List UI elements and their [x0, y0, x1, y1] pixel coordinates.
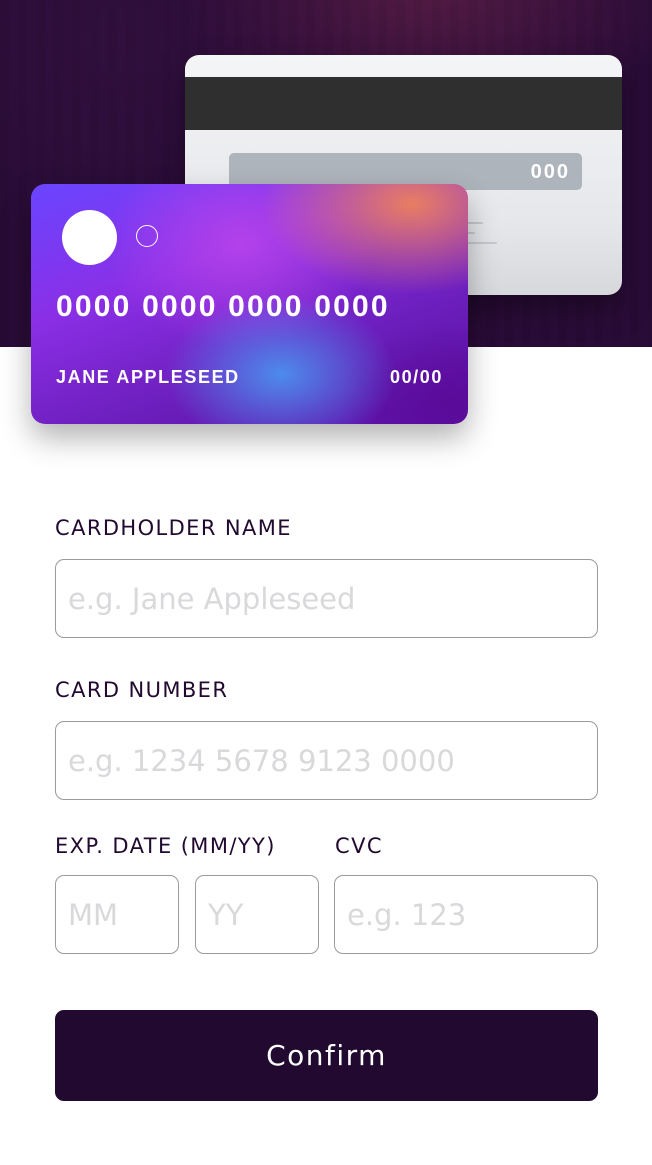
card-front-expiry: 00/00: [389, 367, 443, 387]
cardholder-name-label: CARDHOLDER NAME: [55, 516, 292, 540]
card-number-label: CARD NUMBER: [55, 678, 229, 702]
confirm-button[interactable]: Confirm: [55, 1010, 598, 1101]
card-number-field: [55, 721, 598, 800]
magnetic-stripe: [185, 77, 622, 130]
exp-month-field: [55, 875, 179, 954]
exp-month-input[interactable]: [68, 897, 166, 932]
exp-date-label: EXP. DATE (MM/YY): [55, 834, 276, 858]
card-front-preview: 0000 0000 0000 0000 JANE APPLESEED 00/00: [31, 184, 468, 424]
exp-year-field: [195, 875, 319, 954]
card-front-number: 0000 0000 0000 0000: [56, 290, 390, 323]
cvc-label: CVC: [335, 834, 383, 858]
card-logo-filled-circle-icon: [62, 210, 117, 265]
card-back-cvc: 000: [530, 161, 570, 183]
cvc-input[interactable]: [347, 897, 585, 932]
cvc-field: [334, 875, 598, 954]
cardholder-name-field: [55, 559, 598, 638]
card-logo-outline-circle-icon: [136, 225, 158, 247]
cardholder-name-input[interactable]: [68, 581, 585, 616]
card-number-input[interactable]: [68, 743, 585, 778]
exp-year-input[interactable]: [208, 897, 306, 932]
card-front-holder-name: JANE APPLESEED: [56, 367, 240, 387]
